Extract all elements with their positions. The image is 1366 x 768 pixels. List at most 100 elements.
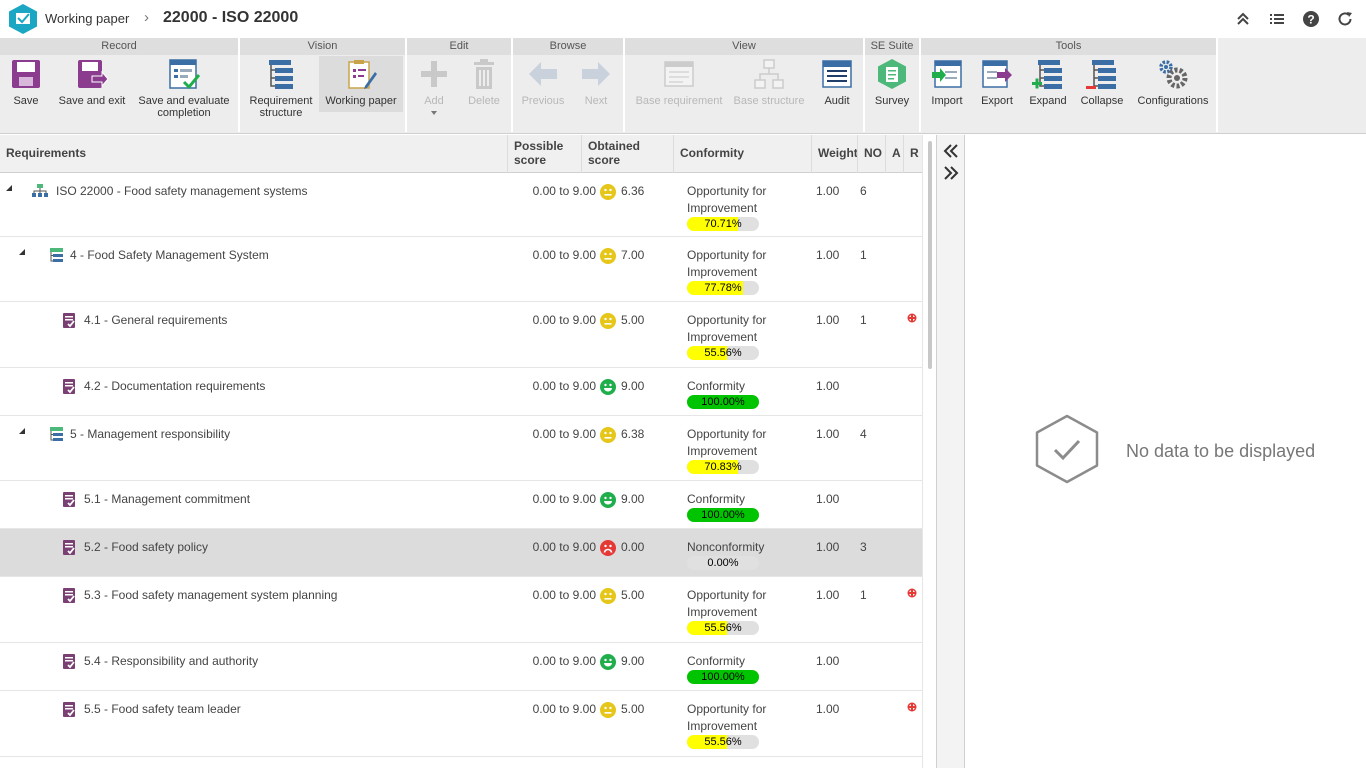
conformity-percent: 55.56% <box>704 736 742 748</box>
column-a[interactable]: A <box>885 135 903 173</box>
base-requirement-icon <box>664 61 694 87</box>
conformity-progress-bar: 70.83% <box>687 460 759 474</box>
requirement-item-icon <box>63 379 75 394</box>
possible-score: 0.00 to 9.00 <box>532 654 596 668</box>
obtained-score: 5.00 <box>621 702 645 716</box>
save-exit-icon <box>78 60 108 88</box>
save-button[interactable]: Save <box>4 58 48 107</box>
risk-marker-icon[interactable] <box>907 702 917 712</box>
table-row[interactable]: 4 - Food Safety Management System 0.00 to… <box>0 237 922 302</box>
save-evaluate-icon <box>169 59 200 90</box>
add-button[interactable]: Add <box>413 58 455 119</box>
obtained-score: 6.36 <box>621 184 645 198</box>
audit-button[interactable]: Audit <box>813 58 861 107</box>
collapse-right-icon[interactable] <box>942 164 960 182</box>
weight-value: 1.00 <box>816 184 840 198</box>
conformity-label: Conformity <box>687 492 746 506</box>
no-count: 1 <box>860 588 867 602</box>
requirement-structure-icon <box>269 60 293 89</box>
delete-button[interactable]: Delete <box>461 58 507 107</box>
row-expander[interactable] <box>6 185 12 191</box>
app-logo-icon <box>9 4 37 34</box>
requirement-item-icon <box>63 540 75 555</box>
obtained-score: 9.00 <box>621 654 645 668</box>
weight-value: 1.00 <box>816 492 840 506</box>
conformity-label: Opportunity for Improvement <box>687 313 767 344</box>
happy-face-icon <box>600 492 616 508</box>
conformity-label: Opportunity for Improvement <box>687 184 767 215</box>
risk-marker-icon[interactable] <box>907 313 917 323</box>
no-count: 1 <box>860 248 867 262</box>
vision-group: Vision Requirement structure Working pap… <box>240 38 407 132</box>
previous-button[interactable]: Previous <box>515 58 571 107</box>
neutral-face-icon <box>600 313 616 329</box>
save-and-evaluate-button[interactable]: Save and evaluate completion <box>134 58 234 119</box>
requirement-name: 5.1 - Management commitment <box>84 492 251 506</box>
expand-button[interactable]: Expand <box>1025 58 1071 107</box>
collapse-up-icon[interactable] <box>1234 10 1252 28</box>
row-expander[interactable] <box>19 428 25 434</box>
conformity-progress-bar: 70.71% <box>687 217 759 231</box>
possible-score: 0.00 to 9.00 <box>532 492 596 506</box>
requirement-item-icon <box>63 492 75 507</box>
conformity-label: Opportunity for Improvement <box>687 248 767 279</box>
no-count: 3 <box>860 540 867 554</box>
table-row[interactable]: 5.5 - Food safety team leader 0.00 to 9.0… <box>0 691 922 757</box>
import-icon <box>932 60 962 88</box>
survey-icon <box>878 59 906 89</box>
column-r[interactable]: R <box>903 135 922 173</box>
table-row[interactable]: 5.4 - Responsibility and authority 0.00 t… <box>0 643 922 691</box>
arrow-left-icon <box>529 62 557 86</box>
table-row[interactable]: 5.2 - Food safety policy 0.00 to 9.00 0.00… <box>0 529 922 577</box>
column-possible-score[interactable]: Possible score <box>507 135 581 173</box>
group-label: SE Suite <box>865 38 919 55</box>
possible-score: 0.00 to 9.00 <box>532 379 596 393</box>
risk-marker-icon[interactable] <box>907 588 917 598</box>
table-row[interactable]: ISO 22000 - Food safety management syste… <box>0 173 922 237</box>
working-paper-icon <box>348 60 377 89</box>
scrollbar-thumb[interactable] <box>928 141 932 369</box>
survey-button[interactable]: Survey <box>869 58 915 107</box>
base-requirement-button[interactable]: Base requirement <box>629 58 729 107</box>
possible-score: 0.00 to 9.00 <box>532 248 596 262</box>
base-structure-button[interactable]: Base structure <box>731 58 807 107</box>
table-row[interactable]: 5 - Management responsibility 0.00 to 9.0… <box>0 416 922 481</box>
import-button[interactable]: Import <box>925 58 969 107</box>
browse-group: Browse Previous Next <box>513 38 625 132</box>
column-weight[interactable]: Weight <box>811 135 858 173</box>
conformity-progress-bar: 77.78% <box>687 281 759 295</box>
save-and-exit-button[interactable]: Save and exit <box>54 58 130 107</box>
table-row[interactable]: 4.2 - Documentation requirements 0.00 to … <box>0 368 922 416</box>
plus-icon <box>421 61 447 87</box>
help-icon[interactable]: ? <box>1302 10 1320 28</box>
refresh-icon[interactable] <box>1336 10 1354 28</box>
conformity-percent: 55.56% <box>704 622 742 634</box>
base-structure-icon <box>754 59 784 89</box>
neutral-face-icon <box>600 588 616 604</box>
obtained-score: 9.00 <box>621 379 645 393</box>
grid-header: Requirements Possible score Obtained score… <box>0 135 922 173</box>
conformity-percent: 70.83% <box>704 461 742 473</box>
column-no[interactable]: NO <box>857 135 885 173</box>
group-label: Vision <box>240 38 405 55</box>
working-paper-button[interactable]: Working paper <box>319 56 403 112</box>
configurations-button[interactable]: Configurations <box>1133 58 1213 107</box>
record-group: Record Save Save and exit Save and evalu… <box>0 38 240 132</box>
next-button[interactable]: Next <box>573 58 619 107</box>
breadcrumb-root[interactable]: Working paper <box>45 11 129 26</box>
grid-scrollbar[interactable] <box>922 135 936 768</box>
collapse-left-icon[interactable] <box>942 142 960 160</box>
trash-icon <box>474 59 494 89</box>
collapse-button[interactable]: Collapse <box>1077 58 1127 107</box>
conformity-percent: 100.00% <box>701 671 745 683</box>
column-conformity[interactable]: Conformity <box>673 135 811 173</box>
table-row[interactable]: 5.3 - Food safety management system plan… <box>0 577 922 643</box>
export-button[interactable]: Export <box>975 58 1019 107</box>
column-requirements[interactable]: Requirements <box>0 135 507 173</box>
table-row[interactable]: 5.1 - Management commitment 0.00 to 9.00 9… <box>0 481 922 529</box>
column-obtained-score[interactable]: Obtained score <box>581 135 673 173</box>
requirement-structure-button[interactable]: Requirement structure <box>244 58 318 119</box>
row-expander[interactable] <box>19 249 25 255</box>
table-row[interactable]: 4.1 - General requirements 0.00 to 9.00 5.… <box>0 302 922 368</box>
list-icon[interactable] <box>1268 10 1286 28</box>
